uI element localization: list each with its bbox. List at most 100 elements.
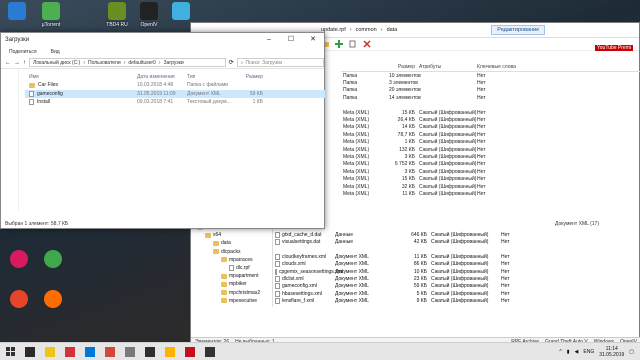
list-item[interactable]: Meta (XML) 11 КБ Сжатый (Шифрованный) Нет: [341, 190, 640, 197]
taskbar-app[interactable]: [200, 344, 220, 360]
minimize-button[interactable]: –: [258, 33, 280, 47]
taskbar-app[interactable]: [140, 344, 160, 360]
list-item[interactable]: Meta (XML) 14 КБ Сжатый (Шифрованный) Нет: [341, 124, 640, 131]
copy-icon[interactable]: [349, 40, 357, 48]
list-item[interactable]: Meta (XML) 78,7 КБ Сжатый (Шифрованный) Нет: [341, 131, 640, 138]
item-attributes: Сжатый (Шифрованный): [419, 153, 477, 160]
list-item[interactable]: Папка 10 элементов Нет: [341, 72, 640, 79]
item-type: Meta (XML): [343, 161, 370, 168]
list-item[interactable]: clouds.xml Документ XML 86 КБ Сжатый (Шифро…: [275, 261, 640, 268]
tree-item[interactable]: data: [191, 239, 272, 247]
list-item[interactable]: lensflare_f.xml Документ XML 9 КБ Сжатый (Ш…: [275, 298, 640, 305]
app-icon: [10, 250, 28, 268]
list-item[interactable]: Meta (XML) 15 КБ Сжатый (Шифрованный) Нет: [341, 175, 640, 182]
taskbar-app[interactable]: [100, 344, 120, 360]
tree-item[interactable]: mpapartment: [191, 272, 272, 280]
tree-item[interactable]: mpchristmas2: [191, 289, 272, 297]
up-icon[interactable]: ↑: [23, 60, 26, 66]
close-button[interactable]: ✕: [302, 33, 324, 47]
tree-item[interactable]: x64: [191, 231, 272, 239]
desktop-icon[interactable]: [36, 250, 70, 270]
back-icon[interactable]: ←: [5, 60, 11, 66]
taskbar-app[interactable]: [120, 344, 140, 360]
navigation-pane[interactable]: [1, 70, 19, 210]
forward-icon[interactable]: →: [14, 60, 20, 66]
list-item[interactable]: Meta (XML) 3 КБ Сжатый (Шифрованный) Нет: [341, 168, 640, 175]
edit-mode-button[interactable]: Редактирование: [491, 25, 546, 35]
column-name[interactable]: Имя: [25, 74, 137, 80]
youtube-premium-badge: YouTube Premi: [594, 45, 633, 51]
clock[interactable]: 11:14 31.05.2019: [599, 346, 624, 358]
notifications-icon[interactable]: ▢: [629, 349, 634, 355]
tree-item[interactable]: mpexecutive: [191, 297, 272, 305]
list-item[interactable]: gtxd_cache_d.dat Данные 646 КБ Сжатый (Шифр…: [275, 231, 640, 238]
list-item[interactable]: Папка 20 элементов Нет: [341, 87, 640, 94]
list-item[interactable]: Meta (XML) 32 КБ Сжатый (Шифрованный) Нет: [341, 183, 640, 190]
desktop-icon[interactable]: µTorrent: [34, 2, 68, 28]
search-input[interactable]: ⌕ Поиск: Загрузки: [236, 58, 324, 67]
delete-icon[interactable]: [363, 40, 371, 48]
column-keywords[interactable]: Ключевые слова: [477, 64, 517, 70]
desktop-icon[interactable]: [0, 2, 34, 22]
tree-item[interactable]: dlcpacks: [191, 248, 272, 256]
list-item[interactable]: cpgemix_seasonsettings.xml Документ XML 10…: [275, 268, 640, 275]
desktop-icon[interactable]: [164, 2, 198, 22]
tree-item[interactable]: dlc.rpf: [191, 264, 272, 272]
address-segment[interactable]: Локальный диск (C:): [33, 60, 80, 66]
list-item[interactable]: Meta (XML) 1 КБ Сжатый (Шифрованный) Нет: [341, 139, 640, 146]
list-item[interactable]: [275, 246, 640, 253]
desktop-icon[interactable]: TBD4 RU: [100, 2, 134, 28]
column-size[interactable]: Размер: [235, 74, 263, 80]
list-item[interactable]: Meta (XML) 26,4 КБ Сжатый (Шифрованный) Нет: [341, 116, 640, 123]
taskbar-app[interactable]: [40, 344, 60, 360]
taskbar-app[interactable]: [80, 344, 100, 360]
list-item[interactable]: cloudkeyframes.xml Документ XML 11 КБ Сжаты…: [275, 253, 640, 260]
start-button[interactable]: [0, 344, 20, 360]
column-attributes[interactable]: Атрибуты: [419, 64, 477, 70]
maximize-button[interactable]: ☐: [280, 33, 302, 47]
list-item[interactable]: Meta (XML) 6 752 КБ Сжатый (Шифрованный) Не…: [341, 161, 640, 168]
column-size[interactable]: Размер: [389, 64, 419, 70]
tree-item[interactable]: mparraces: [191, 256, 272, 264]
item-type: Документ XML: [335, 283, 369, 290]
address-segment[interactable]: defaultuser0: [128, 60, 156, 66]
file-row[interactable]: gameconfig 31.05.2019 11:09 Документ XML 59…: [25, 89, 325, 99]
network-icon[interactable]: ▮: [567, 349, 570, 355]
desktop-icon[interactable]: [2, 250, 36, 270]
column-date[interactable]: Дата изменения: [137, 74, 187, 80]
address-segment[interactable]: Загрузки: [164, 60, 184, 66]
refresh-icon[interactable]: ⟳: [229, 59, 234, 66]
list-item[interactable]: dlclist.xml Документ XML 23 КБ Сжатый (Шифр…: [275, 275, 640, 283]
desktop-icon[interactable]: [36, 290, 70, 310]
taskbar-app[interactable]: [160, 344, 180, 360]
desktop-icon[interactable]: OpenIV: [132, 2, 166, 28]
breadcrumb-part[interactable]: data: [387, 27, 398, 33]
list-item[interactable]: Папка 3 элементов Нет: [341, 79, 640, 86]
list-item[interactable]: hbasesettings.xml Документ XML 5 КБ Сжатый …: [275, 290, 640, 297]
address-bar[interactable]: Локальный диск (C:) › Пользователи › defau…: [29, 58, 226, 67]
address-segment[interactable]: Пользователи: [88, 60, 121, 66]
up-arrow-icon[interactable]: ^: [559, 349, 561, 355]
volume-icon[interactable]: ◀: [575, 349, 579, 355]
list-item[interactable]: Meta (XML) 3 КБ Сжатый (Шифрованный) Нет: [341, 153, 640, 160]
desktop-icon[interactable]: [2, 290, 36, 310]
file-row[interactable]: Car Files 10.03.2018 4:48 Папка с файлами: [25, 81, 325, 90]
taskbar-app[interactable]: [180, 344, 200, 360]
list-item[interactable]: [341, 102, 640, 109]
item-attributes: Сжатый (Шифрованный): [431, 239, 489, 246]
column-type[interactable]: Тип: [187, 74, 235, 80]
list-item[interactable]: visualsettings.dat Данные 42 КБ Сжатый (Шиф…: [275, 238, 640, 246]
list-item[interactable]: gameconfig.xml Документ XML 59 КБ Сжатый (Ш…: [275, 283, 640, 290]
tab-view[interactable]: Вид: [51, 49, 60, 55]
tab-share[interactable]: Поделиться: [9, 49, 37, 55]
add-icon[interactable]: [335, 40, 343, 48]
breadcrumb-part[interactable]: common: [356, 27, 377, 33]
list-item[interactable]: Meta (XML) 132 КБ Сжатый (Шифрованный) Нет: [341, 146, 640, 153]
taskbar-app[interactable]: [60, 344, 80, 360]
list-item[interactable]: Папка 14 элементов Нет: [341, 94, 640, 101]
list-item[interactable]: Meta (XML) 15 КБ Сжатый (Шифрованный) Нет: [341, 109, 640, 116]
file-row[interactable]: Install 09.03.2018 7:41 Текстовый докум...…: [25, 98, 325, 107]
language-indicator[interactable]: ENG: [583, 349, 594, 355]
tree-item[interactable]: mpbiker: [191, 280, 272, 288]
taskbar-app[interactable]: [20, 344, 40, 360]
